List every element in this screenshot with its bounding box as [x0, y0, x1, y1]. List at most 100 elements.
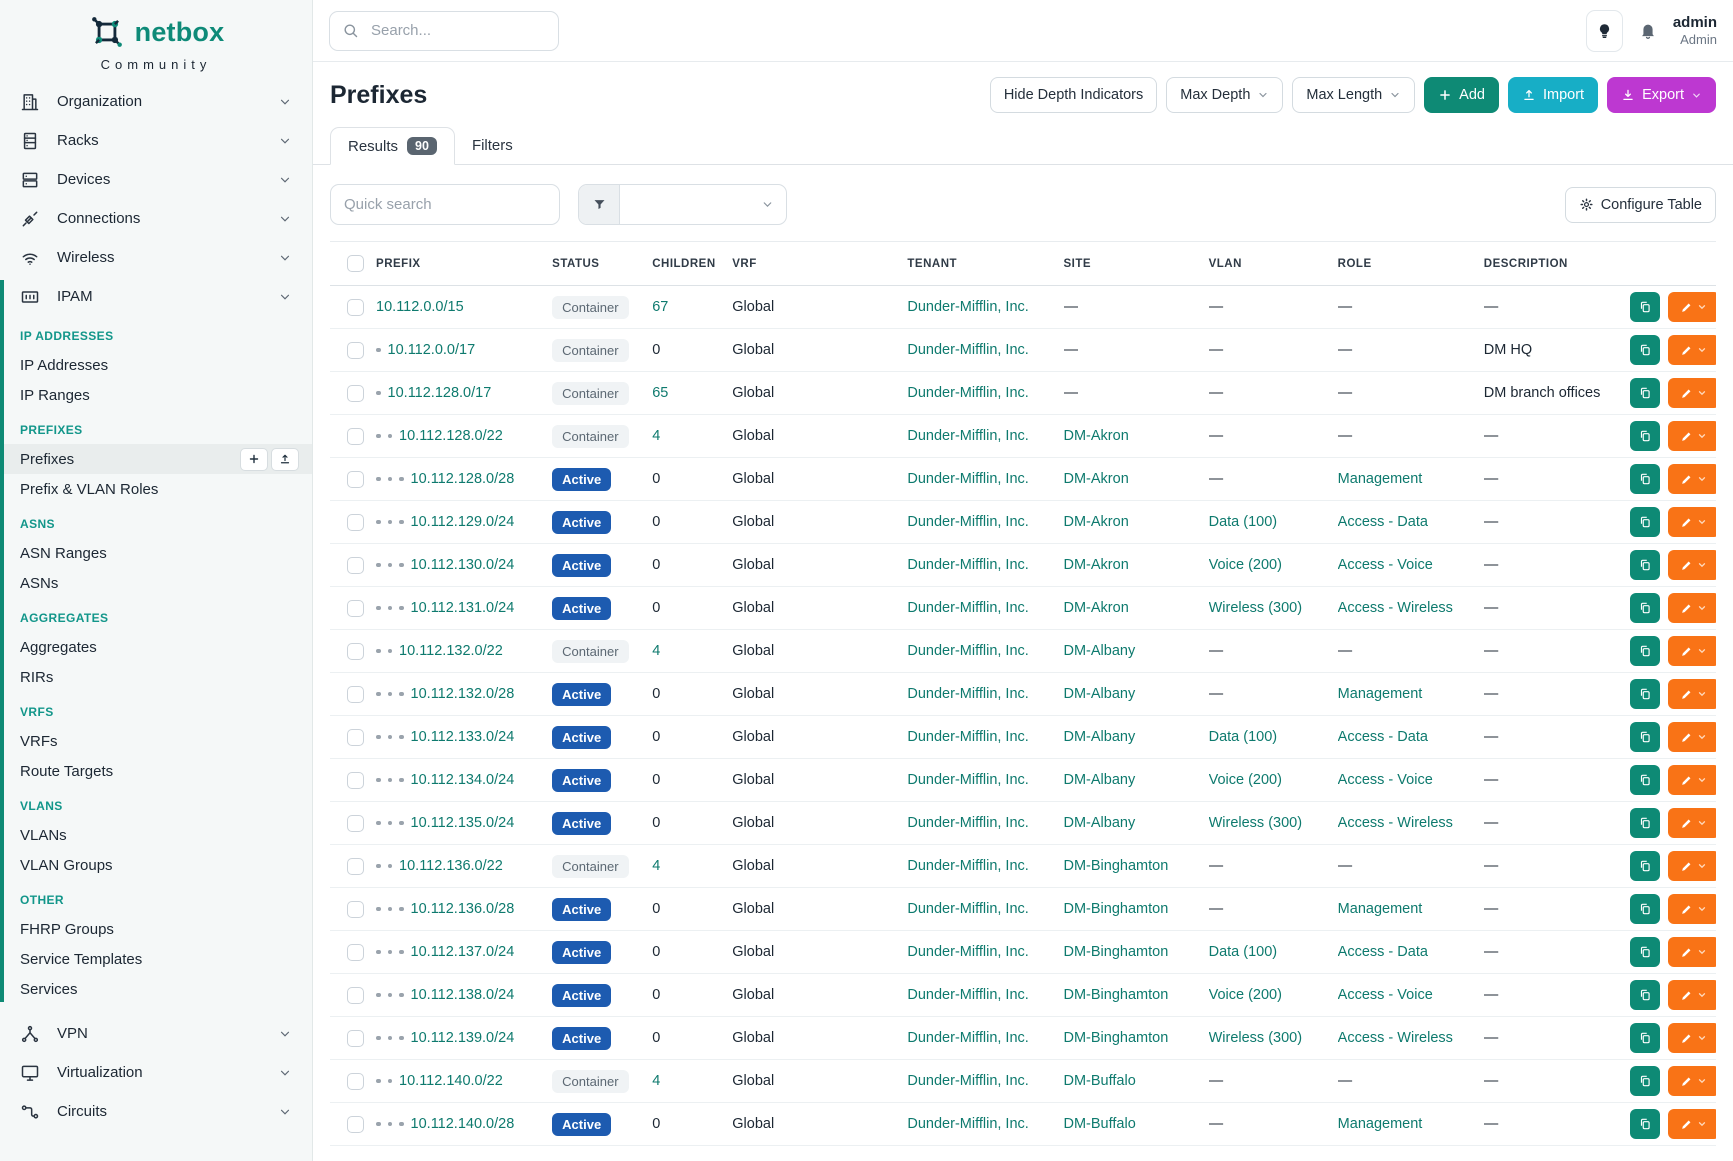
children-count[interactable]: 4 [652, 845, 732, 888]
role-cell[interactable]: Access - Data [1338, 501, 1484, 544]
site-cell[interactable]: DM-Binghamton [1064, 974, 1209, 1017]
sidebar-item-aggregates[interactable]: Aggregates [0, 632, 312, 662]
edit-button[interactable] [1668, 507, 1716, 537]
copy-button[interactable] [1630, 464, 1660, 494]
prefix-link[interactable]: 10.112.130.0/24 [411, 557, 515, 573]
edit-button[interactable] [1668, 722, 1716, 752]
row-checkbox[interactable] [347, 299, 364, 316]
vlan-cell[interactable]: Voice (200) [1209, 544, 1338, 587]
prefix-link[interactable]: 10.112.136.0/22 [399, 858, 503, 874]
sidebar-item-ip-ranges[interactable]: IP Ranges [0, 380, 312, 410]
row-checkbox[interactable] [347, 471, 364, 488]
row-checkbox[interactable] [347, 557, 364, 574]
edit-button[interactable] [1668, 1066, 1716, 1096]
prefix-link[interactable]: 10.112.128.0/22 [399, 428, 503, 444]
column-header-description[interactable]: DESCRIPTION [1484, 242, 1630, 286]
edit-button[interactable] [1668, 1023, 1716, 1053]
role-cell[interactable]: Access - Wireless [1338, 587, 1484, 630]
vlan-cell[interactable]: Wireless (300) [1209, 802, 1338, 845]
sidebar-item-vlans[interactable]: VLANs [0, 820, 312, 850]
row-checkbox[interactable] [347, 514, 364, 531]
column-header-tenant[interactable]: TENANT [907, 242, 1063, 286]
sidebar-nav-item-vpn[interactable]: VPN [0, 1014, 312, 1053]
tenant-cell[interactable]: Dunder-Mifflin, Inc. [907, 845, 1063, 888]
children-count[interactable]: 4 [652, 630, 732, 673]
children-count[interactable]: 65 [652, 372, 732, 415]
max-length-dropdown[interactable]: Max Length [1292, 77, 1415, 113]
tenant-cell[interactable]: Dunder-Mifflin, Inc. [907, 458, 1063, 501]
role-cell[interactable]: Management [1338, 458, 1484, 501]
tenant-cell[interactable]: Dunder-Mifflin, Inc. [907, 630, 1063, 673]
tenant-cell[interactable]: Dunder-Mifflin, Inc. [907, 974, 1063, 1017]
copy-button[interactable] [1630, 1109, 1660, 1139]
site-cell[interactable]: DM-Binghamton [1064, 931, 1209, 974]
sidebar-item-ip-addresses[interactable]: IP Addresses [0, 350, 312, 380]
sidebar-item-service-templates[interactable]: Service Templates [0, 944, 312, 974]
sidebar-item-asn-ranges[interactable]: ASN Ranges [0, 538, 312, 568]
copy-button[interactable] [1630, 378, 1660, 408]
role-cell[interactable]: Access - Data [1338, 931, 1484, 974]
vlan-cell[interactable]: Data (100) [1209, 931, 1338, 974]
edit-button[interactable] [1668, 937, 1716, 967]
copy-button[interactable] [1630, 679, 1660, 709]
prefix-link[interactable]: 10.112.138.0/24 [411, 987, 515, 1003]
edit-button[interactable] [1668, 808, 1716, 838]
site-cell[interactable]: DM-Buffalo [1064, 1060, 1209, 1103]
prefix-link[interactable]: 10.112.132.0/22 [399, 643, 503, 659]
row-checkbox[interactable] [347, 944, 364, 961]
edit-button[interactable] [1668, 1109, 1716, 1139]
role-cell[interactable]: Access - Wireless [1338, 802, 1484, 845]
prefix-link[interactable]: 10.112.140.0/22 [399, 1073, 503, 1089]
row-checkbox[interactable] [347, 643, 364, 660]
copy-button[interactable] [1630, 335, 1660, 365]
sidebar-nav-item-connections[interactable]: Connections [0, 199, 312, 238]
import-button[interactable]: Import [1508, 77, 1598, 113]
sidebar-nav-item-wireless[interactable]: Wireless [0, 238, 312, 277]
row-checkbox[interactable] [347, 1116, 364, 1133]
site-cell[interactable]: DM-Binghamton [1064, 888, 1209, 931]
tenant-cell[interactable]: Dunder-Mifflin, Inc. [907, 802, 1063, 845]
prefix-link[interactable]: 10.112.137.0/24 [411, 944, 515, 960]
edit-button[interactable] [1668, 851, 1716, 881]
site-cell[interactable]: DM-Akron [1064, 587, 1209, 630]
role-cell[interactable]: Access - Data [1338, 716, 1484, 759]
edit-button[interactable] [1668, 765, 1716, 795]
copy-button[interactable] [1630, 894, 1660, 924]
copy-button[interactable] [1630, 980, 1660, 1010]
sidebar-nav-item-organization[interactable]: Organization [0, 82, 312, 121]
row-checkbox[interactable] [347, 428, 364, 445]
prefix-link[interactable]: 10.112.129.0/24 [411, 514, 515, 530]
tenant-cell[interactable]: Dunder-Mifflin, Inc. [907, 716, 1063, 759]
site-cell[interactable]: DM-Albany [1064, 630, 1209, 673]
role-cell[interactable]: Management [1338, 888, 1484, 931]
quick-add-button[interactable] [240, 448, 268, 471]
site-cell[interactable]: DM-Akron [1064, 415, 1209, 458]
prefix-link[interactable]: 10.112.140.0/28 [411, 1116, 515, 1132]
tenant-cell[interactable]: Dunder-Mifflin, Inc. [907, 1017, 1063, 1060]
add-button[interactable]: Add [1424, 77, 1499, 113]
tenant-cell[interactable]: Dunder-Mifflin, Inc. [907, 415, 1063, 458]
quick-search-input[interactable] [330, 184, 560, 225]
copy-button[interactable] [1630, 808, 1660, 838]
tenant-cell[interactable]: Dunder-Mifflin, Inc. [907, 1060, 1063, 1103]
copy-button[interactable] [1630, 593, 1660, 623]
prefix-link[interactable]: 10.112.134.0/24 [411, 772, 515, 788]
vlan-cell[interactable]: Data (100) [1209, 716, 1338, 759]
prefix-link[interactable]: 10.112.139.0/24 [411, 1030, 515, 1046]
vlan-cell[interactable]: Data (100) [1209, 501, 1338, 544]
sidebar-item-prefixes[interactable]: Prefixes [0, 444, 312, 474]
quick-import-button[interactable] [271, 448, 299, 471]
prefix-link[interactable]: 10.112.136.0/28 [411, 901, 515, 917]
copy-button[interactable] [1630, 937, 1660, 967]
theme-toggle-button[interactable] [1586, 10, 1623, 52]
row-checkbox[interactable] [347, 1073, 364, 1090]
vlan-cell[interactable]: Voice (200) [1209, 974, 1338, 1017]
sidebar-item-rirs[interactable]: RIRs [0, 662, 312, 692]
filter-funnel-icon[interactable] [579, 185, 620, 224]
sidebar-nav-item-circuits[interactable]: Circuits [0, 1092, 312, 1131]
copy-button[interactable] [1630, 421, 1660, 451]
prefix-link[interactable]: 10.112.135.0/24 [411, 815, 515, 831]
prefix-link[interactable]: 10.112.131.0/24 [411, 600, 515, 616]
saved-filter-select[interactable] [620, 185, 786, 224]
role-cell[interactable]: Management [1338, 673, 1484, 716]
